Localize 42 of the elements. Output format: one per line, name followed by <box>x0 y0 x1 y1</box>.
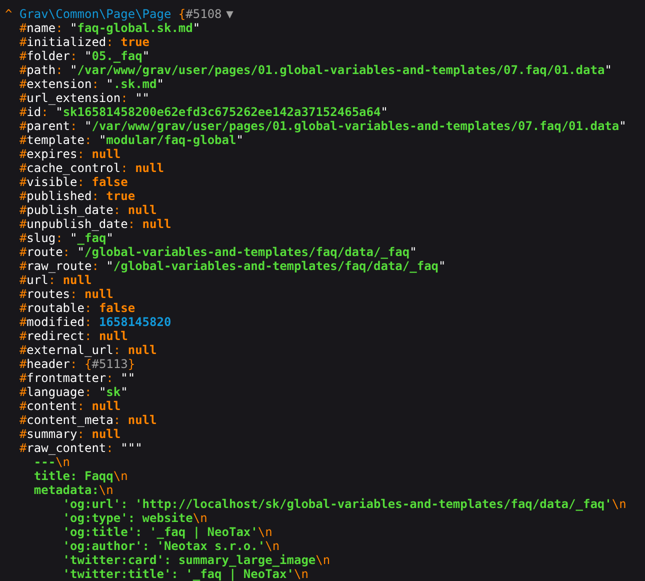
property-line: #path: "/var/www/grav/user/pages/01.global-variables-and-templates/07.faq/01.data" <box>18 63 612 77</box>
property-line: #unpublish_date: null <box>18 217 172 231</box>
property-line: #external_url: null <box>18 343 157 357</box>
property-line: #template: "modular/faq-global" <box>18 133 244 147</box>
property-line: #summary: null <box>18 427 121 441</box>
raw-content-line: 'og:type': website\n <box>62 511 208 525</box>
collapse-toggle[interactable]: ▼ <box>226 7 234 21</box>
property-line: #cache_control: null <box>18 161 164 175</box>
property-line: #visible: false <box>18 175 128 189</box>
raw-content-line: 'og:title': '_faq | NeoTax'\n <box>62 525 272 539</box>
property-line: #content: null <box>18 399 121 413</box>
raw-content-line: 'twitter:title': '_faq | NeoTax'\n <box>62 567 308 581</box>
property-line: #frontmatter: "" <box>18 371 136 385</box>
property-line: #extension: ".sk.md" <box>18 77 164 91</box>
property-line: #folder: "05._faq" <box>18 49 150 63</box>
property-line: #initialized: true <box>18 35 150 49</box>
raw-content-line: metadata:\n <box>32 483 114 497</box>
property-line: #content_meta: null <box>18 413 157 427</box>
property-line: #name: "faq-global.sk.md" <box>18 21 200 35</box>
object-header: ^ Grav\Common\Page\Page {#5108 <box>5 7 222 21</box>
property-line: #header: {#5113} <box>18 357 136 371</box>
property-line: #slug: "_faq" <box>18 231 114 245</box>
raw-content-line: ---\n <box>32 455 70 469</box>
property-line: #routable: false <box>18 301 136 315</box>
property-line: #url: null <box>18 273 92 287</box>
property-line: #raw_content: """ <box>18 441 142 455</box>
property-line: #redirect: null <box>18 329 128 343</box>
raw-content-line: 'twitter:card': summary_large_image\n <box>62 553 330 567</box>
property-line: #parent: "/var/www/grav/user/pages/01.global-variables-and-templates/07.faq/01.data" <box>18 119 626 133</box>
property-line: #language: "sk" <box>18 385 128 399</box>
property-line: #url_extension: "" <box>18 91 150 105</box>
raw-content-line: 'og:author': 'Neotax s.r.o.'\n <box>62 539 280 553</box>
property-line: #routes: null <box>18 287 114 301</box>
property-line: #id: "sk16581458200e62efd3c675262ee142a37152465a64" <box>18 105 388 119</box>
property-line: #published: true <box>18 189 136 203</box>
property-line: #raw_route: "/global-variables-and-templates/faq/data/_faq" <box>18 259 446 273</box>
property-line: #expires: null <box>18 147 121 161</box>
property-line: #route: "/global-variables-and-templates/faq/data/_faq" <box>18 245 417 259</box>
raw-content-line: 'og:url': 'http://localhost/sk/global-variables-and-templates/faq/data/_faq'\n <box>62 497 626 511</box>
property-line: #modified: 1658145820 <box>18 315 172 329</box>
raw-content-line: title: Faqq\n <box>32 469 128 483</box>
property-line: #publish_date: null <box>18 203 157 217</box>
